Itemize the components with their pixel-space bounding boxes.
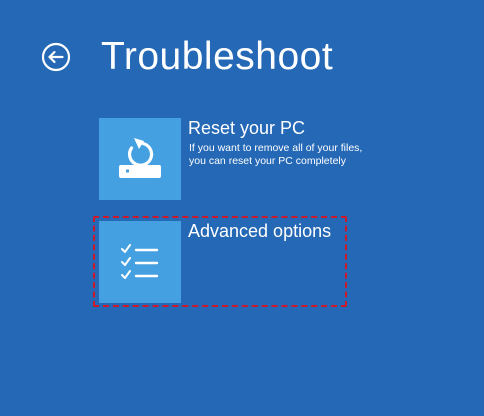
reset-pc-description-line2: you can reset your PC completely [189, 155, 346, 167]
reset-pc-icon [119, 138, 161, 178]
reset-pc-description: If you want to remove all of your files,… [189, 142, 362, 168]
page-title: Troubleshoot [101, 35, 334, 78]
back-button[interactable] [41, 42, 71, 72]
reset-pc-option[interactable]: Reset your PC If you want to remove all … [99, 118, 389, 200]
reset-pc-tile [99, 118, 181, 200]
reset-pc-description-line1: If you want to remove all of your files, [189, 142, 363, 154]
advanced-options-highlight [93, 216, 347, 307]
back-arrow-circle-icon [41, 42, 71, 72]
reset-pc-label: Reset your PC [188, 118, 306, 138]
